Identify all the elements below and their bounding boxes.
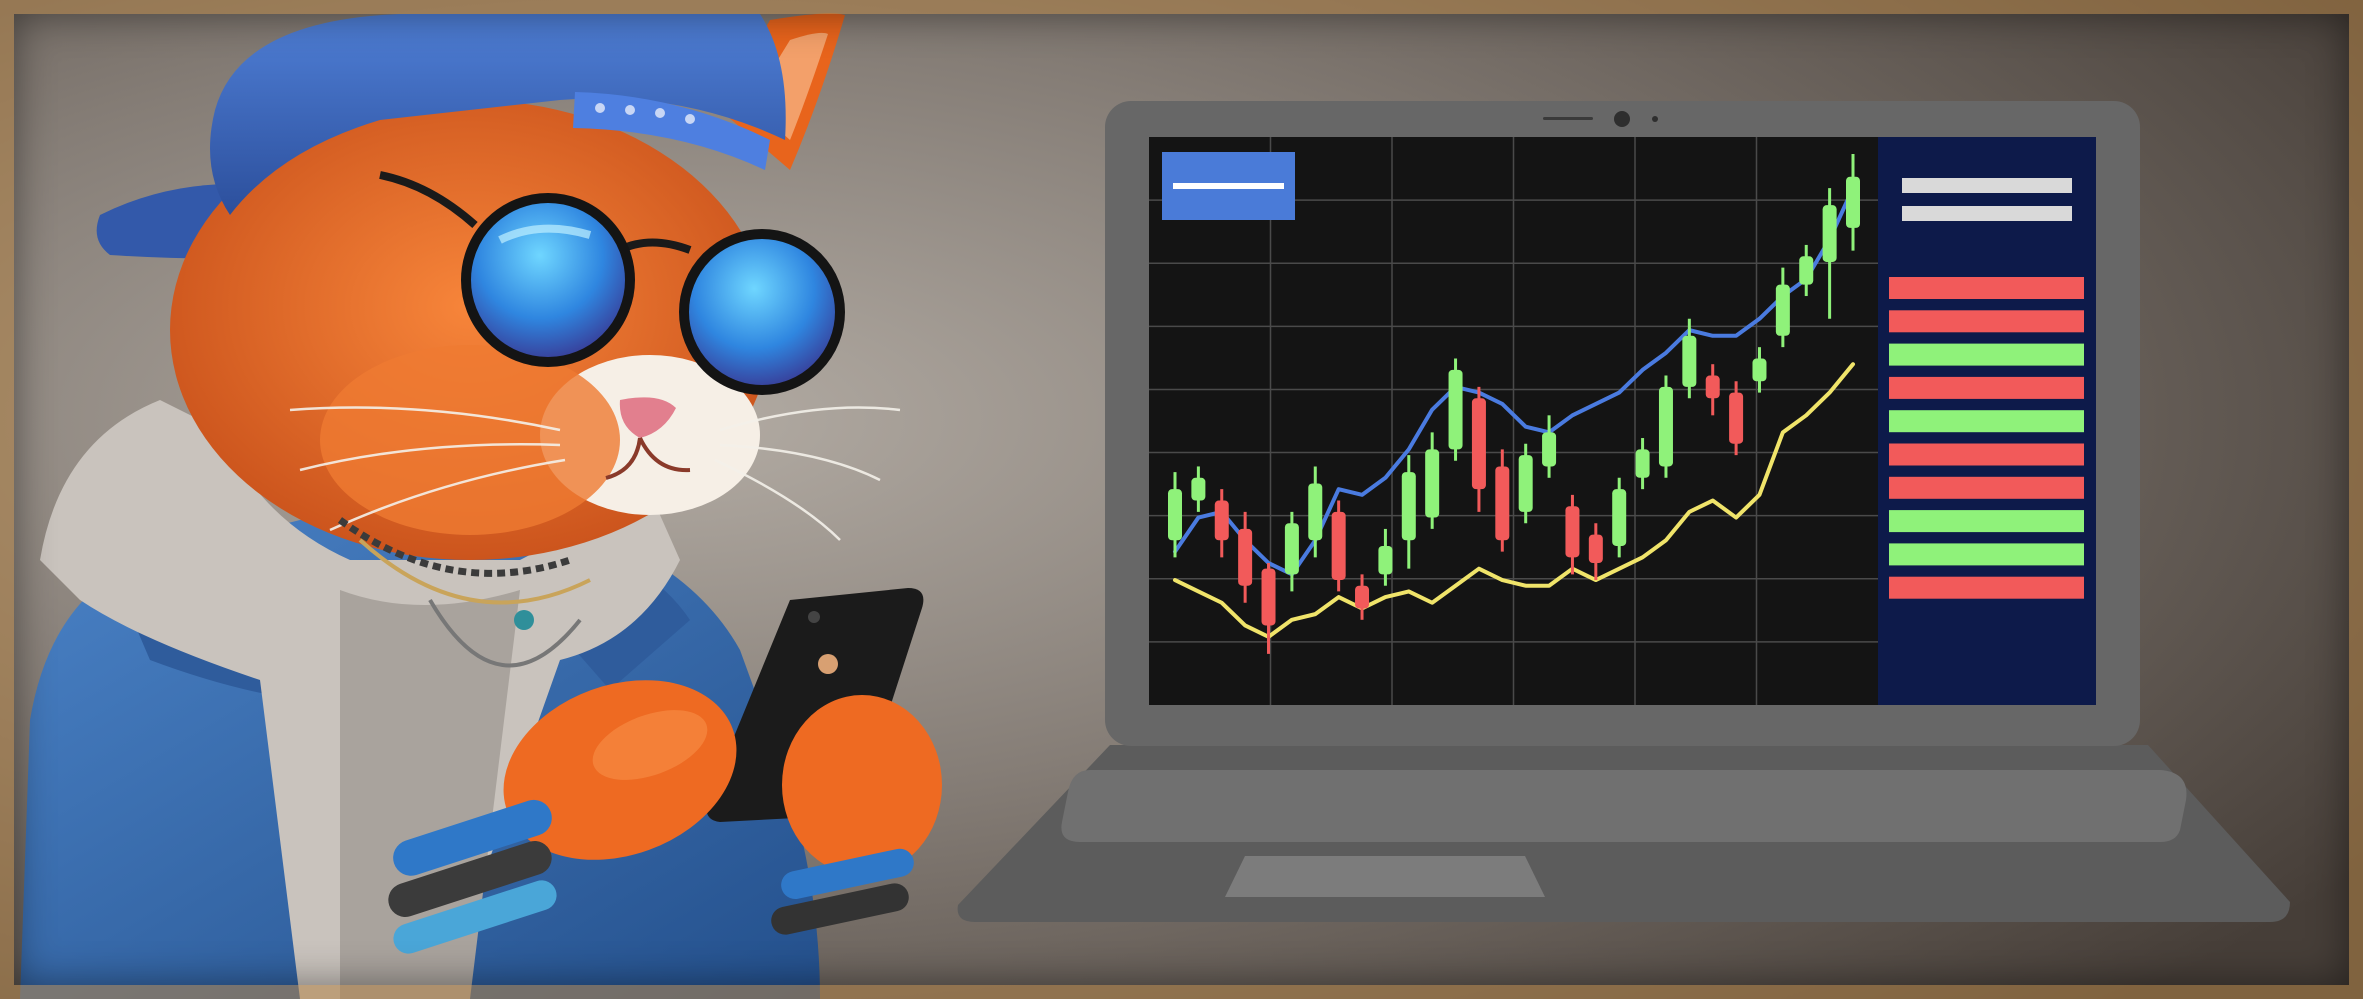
candle-body [1822, 205, 1837, 262]
scene [0, 0, 2363, 999]
candle-body [1752, 358, 1767, 382]
candle-body [1425, 449, 1440, 518]
candle-body [1775, 284, 1790, 336]
candle-bullish [1448, 358, 1463, 461]
candle-body [1331, 511, 1346, 581]
candle-body [1518, 455, 1533, 512]
candle-body [1471, 398, 1486, 490]
candle-body [1658, 386, 1673, 467]
candle-body [1191, 477, 1206, 501]
candle-body [1729, 392, 1744, 444]
webcam-led [1652, 116, 1658, 122]
chart-header-badge-line [1173, 183, 1284, 189]
order-row-ask [1889, 310, 2084, 333]
candle-body [1542, 432, 1557, 467]
candle-bullish [1658, 375, 1673, 478]
candle-body [1448, 369, 1463, 450]
webcam-bar [1543, 117, 1593, 120]
candle-body [1308, 483, 1323, 541]
order-book-title-line-1 [1902, 178, 2072, 193]
candle-body [1799, 256, 1814, 285]
order-row-bid [1889, 343, 2084, 366]
candle-body [1682, 335, 1697, 387]
candle-body [1261, 568, 1276, 626]
candle-body [1705, 375, 1720, 399]
candle-body [1238, 528, 1253, 586]
order-row-ask [1889, 576, 2084, 599]
candle-body [1588, 534, 1603, 563]
candle-body [1168, 489, 1182, 541]
order-book-panel [1878, 137, 2096, 705]
laptop [957, 101, 2291, 922]
sunglasses-lens-left [461, 193, 635, 367]
phone-camera [808, 611, 820, 623]
order-row-bid [1889, 543, 2084, 566]
cat-cheek-fur [320, 345, 620, 535]
order-row-bid [1889, 410, 2084, 433]
laptop-trackpad [1225, 856, 1545, 897]
candle-body [1214, 500, 1229, 541]
order-row-ask [1889, 277, 2084, 299]
candle-body [1355, 585, 1370, 609]
candle-body [1565, 506, 1580, 558]
order-row-ask [1889, 443, 2084, 466]
webcam-icon [1614, 111, 1630, 127]
candle-body [1401, 472, 1416, 541]
candle-body [1635, 449, 1650, 478]
candle-body [1846, 176, 1860, 228]
candle-bullish [1518, 443, 1533, 524]
phone-logo [818, 654, 838, 674]
order-row-ask [1889, 376, 2084, 399]
candle-body [1495, 466, 1510, 541]
candle-body [1378, 545, 1393, 575]
laptop-keyboard-deck [1061, 770, 2187, 842]
sunglasses-lens-right [679, 229, 845, 395]
cat-paw-right [782, 695, 942, 875]
order-row-bid [1889, 510, 2084, 533]
candle-bullish [1612, 477, 1627, 558]
order-row-ask [1889, 476, 2084, 499]
order-book-title-line-2 [1902, 206, 2072, 221]
candle-body [1612, 489, 1627, 546]
candle-bearish [1331, 500, 1346, 592]
candle-body [1284, 523, 1299, 575]
